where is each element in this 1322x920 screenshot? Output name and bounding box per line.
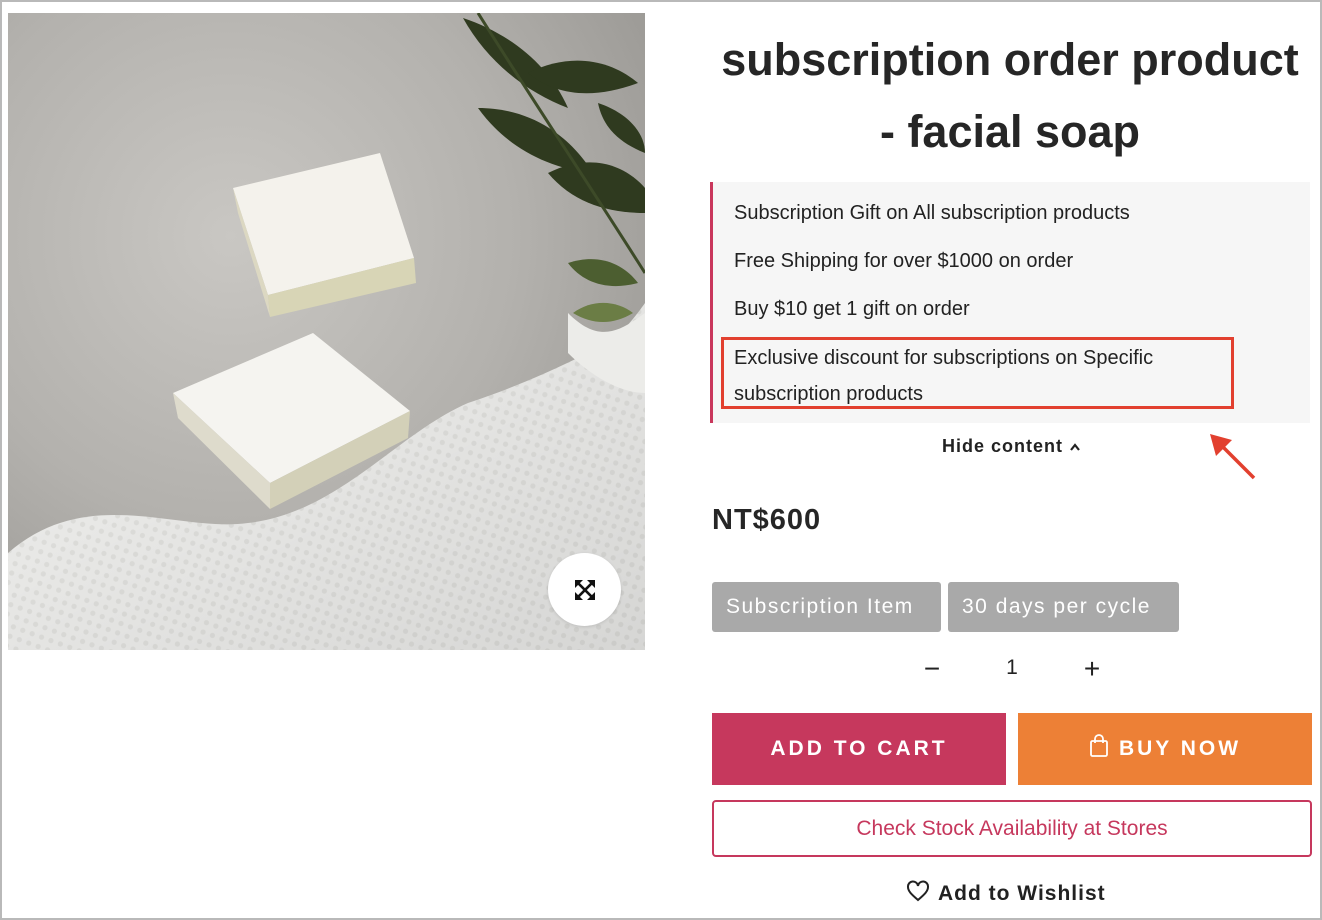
product-title: subscription order product - facial soap [721,34,1299,157]
highlighted-promotion: Exclusive discount for subscriptions on … [721,337,1234,409]
promotion-item: Free Shipping for over $1000 on order [734,250,1074,272]
quantity-value[interactable]: 1 [992,656,1032,680]
wishlist-label: Add to Wishlist [938,882,1106,905]
expand-icon [574,579,596,601]
hide-content-label: Hide content [942,436,1064,456]
add-to-wishlist-link[interactable]: Add to Wishlist [906,880,1106,908]
hide-content-toggle[interactable]: Hide content [942,436,1081,457]
image-zoom-button[interactable] [548,553,621,626]
page-frame: subscription order product - facial soap… [0,0,1322,920]
check-stock-label: Check Stock Availability at Stores [856,816,1168,840]
product-image[interactable] [8,13,645,650]
heart-icon [906,880,930,908]
promotion-item: Subscription Gift on All subscription pr… [734,202,1130,224]
buy-now-button[interactable]: BUY NOW [1018,713,1312,785]
promotion-item-line: Exclusive discount for subscriptions on … [734,347,1154,369]
shopping-bag-icon [1089,734,1109,764]
promotion-item-line: subscription products [734,383,923,405]
cycle-tag: 30 days per cycle [948,582,1179,632]
arrow-icon [1202,426,1262,491]
promotion-item: Buy $10 get 1 gift on order [734,298,970,320]
product-price: NT$600 [712,504,822,536]
quantity-decrease-button[interactable]: − [917,654,947,684]
chevron-up-icon [1069,436,1081,457]
buy-now-label: BUY NOW [1118,737,1242,760]
add-to-cart-button[interactable]: ADD TO CART [712,713,1006,785]
add-to-cart-label: ADD TO CART [770,737,948,760]
quantity-increase-button[interactable]: + [1077,654,1107,684]
promotions-panel: Subscription Gift on All subscription pr… [710,182,1310,423]
check-stock-button[interactable]: Check Stock Availability at Stores [712,800,1312,857]
subscription-item-tag: Subscription Item [712,582,941,632]
